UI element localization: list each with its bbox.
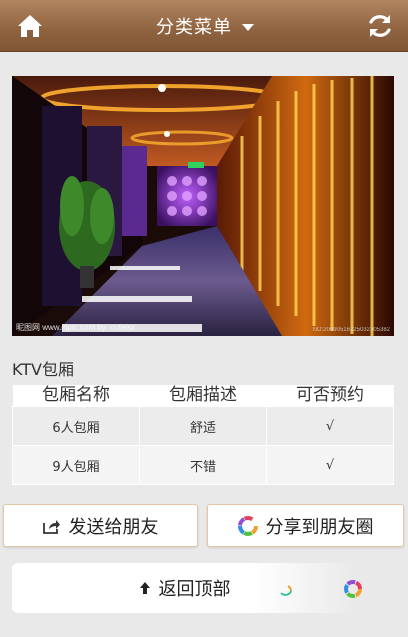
column-header-room-name: 包厢名称 — [12, 385, 140, 407]
room-table: 包厢名称 包厢描述 可否预约 6人包厢 舒适 √ 9人包厢 不错 √ — [12, 385, 394, 485]
room-bookable-cell: √ — [266, 445, 394, 485]
send-to-friend-button[interactable]: 发送给朋友 — [3, 504, 198, 547]
refresh-icon — [369, 14, 391, 37]
column-header-room-desc: 包厢描述 — [139, 385, 267, 407]
share-to-moments-label: 分享到朋友圈 — [265, 516, 374, 538]
moments-icon — [237, 515, 258, 536]
column-header-bookable: 可否预约 — [266, 385, 394, 407]
category-menu-dropdown[interactable]: 分类菜单 — [156, 13, 254, 39]
arrow-up-icon — [139, 582, 150, 594]
page-title: 分类菜单 — [156, 16, 232, 38]
share-arrow-icon — [42, 519, 60, 534]
back-to-top-label: 返回顶部 — [158, 579, 231, 600]
home-button[interactable] — [14, 10, 46, 42]
moments-spinner-icon — [344, 580, 362, 598]
refresh-button[interactable] — [364, 10, 396, 42]
room-name-cell: 6人包厢 — [12, 406, 140, 446]
top-navigation-bar: 分类菜单 — [0, 0, 408, 52]
home-icon — [18, 14, 42, 37]
table-row[interactable]: 6人包厢 舒适 √ — [12, 406, 394, 446]
room-desc-cell: 舒适 — [139, 406, 267, 446]
room-bookable-cell: √ — [266, 406, 394, 446]
room-desc-cell: 不错 — [139, 445, 267, 485]
back-to-top-button[interactable]: 返回顶部 — [12, 563, 357, 613]
ktv-photo: 昵图网 www.nipic.com by: cutelsx NO:2009051… — [12, 76, 394, 336]
chevron-down-icon — [242, 23, 254, 31]
watermark-left: 昵图网 www.nipic.com by: cutelsx — [16, 323, 136, 332]
share-to-moments-button[interactable]: 分享到朋友圈 — [207, 504, 404, 547]
section-title: KTV包厢 — [12, 360, 74, 379]
table-header-row: 包厢名称 包厢描述 可否预约 — [12, 385, 394, 407]
table-row[interactable]: 9人包厢 不错 √ — [12, 445, 394, 485]
room-name-cell: 9人包厢 — [12, 445, 140, 485]
watermark-right: NO:20090516225032305382 — [312, 327, 390, 333]
send-to-friend-label: 发送给朋友 — [68, 516, 159, 538]
loading-spinner-icon — [280, 585, 292, 596]
